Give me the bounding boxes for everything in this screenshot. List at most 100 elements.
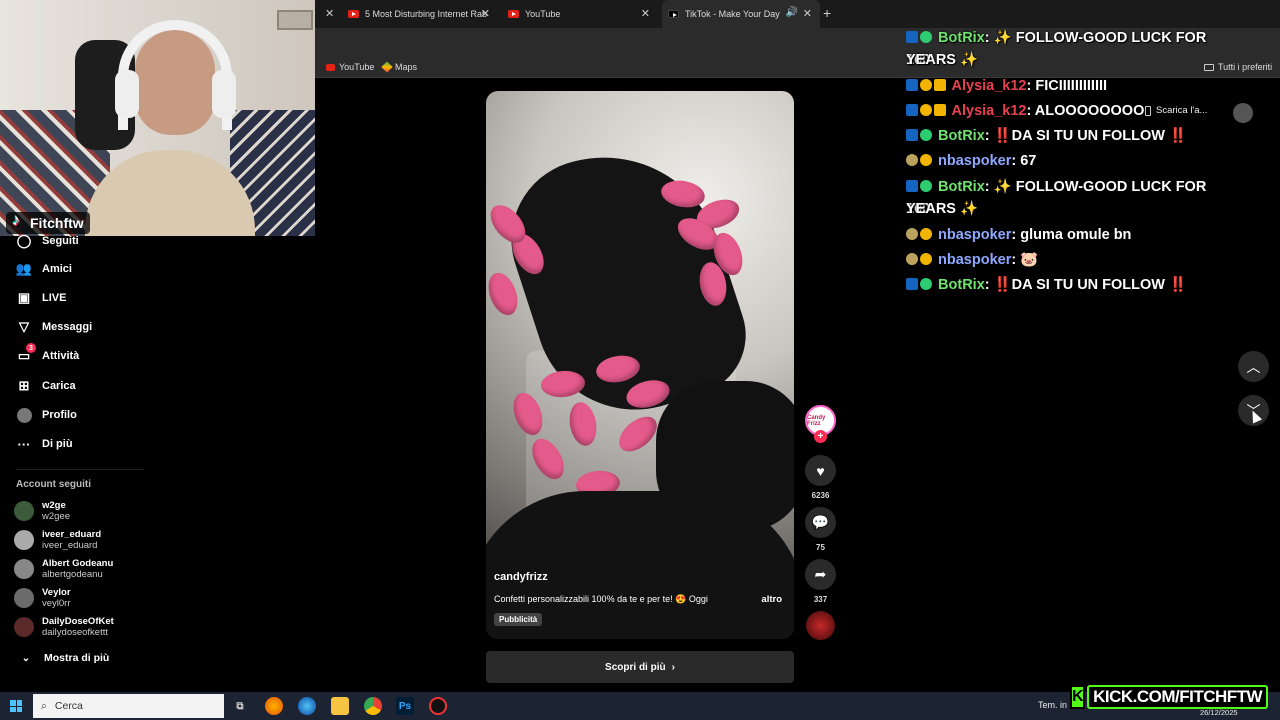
edge-icon[interactable] (298, 697, 316, 715)
sidebar-item-more[interactable]: ··· Di più (16, 436, 73, 452)
file-explorer-icon[interactable] (331, 697, 349, 715)
webcam-feed: Fitchftw (0, 0, 315, 236)
photoshop-icon[interactable]: Ps (396, 697, 414, 715)
share-count: 337 (813, 595, 828, 604)
comment-icon: 💬 (811, 514, 830, 530)
ad-badge: Pubblicità (494, 613, 543, 626)
bookmark-maps[interactable]: Maps (381, 61, 417, 73)
chevron-right-icon: › (671, 661, 675, 673)
following-icon: ◯ (16, 233, 32, 248)
previous-video-button[interactable]: ︿ (1238, 351, 1269, 382)
tiktok-icon (10, 212, 26, 232)
streamer-name: Fitchftw (30, 215, 84, 231)
comment-count: 75 (816, 543, 825, 552)
close-icon[interactable]: ✕ (325, 7, 334, 20)
follow-plus-button[interactable]: + (814, 430, 827, 443)
avatar[interactable] (1233, 103, 1253, 123)
music-disc-icon[interactable] (806, 611, 835, 640)
chat-message: nbaspoker: 🐷 (906, 249, 1226, 271)
chat-message: nbaspoker: gluma omule bn (906, 224, 1226, 246)
avatar (14, 617, 34, 637)
more-icon: ··· (17, 436, 31, 452)
chat-message: BotRix: ‼️DA SI TU UN FOLLOW ‼️ (906, 125, 1226, 147)
tab-title: YouTube (525, 9, 561, 19)
taskbar-search[interactable]: ⌕ Cerca (33, 694, 224, 718)
youtube-icon (348, 10, 359, 18)
task-view-icon[interactable]: ⧉ (231, 697, 249, 715)
tab-title: 5 Most Disturbing Internet Rab (365, 9, 488, 19)
video-player[interactable]: candyfrizz Confetti personalizzabili 100… (486, 91, 794, 639)
sidebar-item-friends[interactable]: 👥 Amici (16, 261, 72, 277)
search-icon: ⌕ (41, 699, 47, 712)
like-count: 6236 (811, 491, 830, 500)
wall-frames (277, 10, 313, 30)
windows-start-icon[interactable] (10, 700, 22, 712)
tab-title: TikTok - Make Your Day (685, 9, 780, 19)
browser-tab-bar: ✕ 5 Most Disturbing Internet Rab ✕ YouTu… (315, 0, 1280, 28)
messages-icon: ▽ (19, 319, 29, 334)
tab-tiktok[interactable]: TikTok - Make Your Day 🔊 ✕ (662, 0, 820, 28)
avatar (14, 588, 34, 608)
new-tab-button[interactable]: + (823, 5, 831, 21)
share-button[interactable]: ➦ (805, 559, 836, 590)
chat-message: BotRix: ‼️DA SI TU UN FOLLOW ‼️ (906, 274, 1226, 296)
divider (16, 469, 144, 470)
followed-account[interactable]: DailyDoseOfKet dailydoseofkettt (14, 616, 114, 638)
bookmark-youtube[interactable]: YouTube (326, 62, 374, 72)
avatar (14, 559, 34, 579)
sidebar-item-upload[interactable]: ⊞ Carica (16, 378, 76, 394)
activity-icon: ▭ 3 (16, 343, 36, 364)
tab-youtube[interactable]: YouTube ✕ (508, 0, 658, 28)
obs-icon[interactable] (429, 697, 447, 715)
chat-message-continued: YEARS ✨ (906, 52, 979, 68)
sidebar-item-live[interactable]: ▣ LIVE (16, 290, 67, 306)
speaker-icon[interactable]: 🔊 (786, 7, 798, 18)
tiktok-icon (668, 10, 679, 18)
chat-message: Alysia_k12: ALOOOOOOOO (906, 100, 1226, 122)
chat-message: nbaspoker: 67 (906, 150, 1226, 172)
video-username[interactable]: candyfrizz (494, 571, 548, 583)
youtube-icon (326, 63, 335, 71)
kick-url-overlay: K KICK.COM/FITCHFTW (1070, 684, 1269, 710)
sidebar-item-following[interactable]: ◯ Seguiti (16, 233, 79, 249)
heart-icon: ♥ (816, 462, 825, 479)
discover-more-button[interactable]: Scopri di più › (486, 651, 794, 683)
chevron-up-icon: ︿ (1246, 358, 1261, 375)
weather-text[interactable]: Tem. in (1038, 700, 1067, 710)
notification-badge: 3 (26, 343, 36, 353)
maps-icon (381, 61, 393, 73)
video-caption: Confetti personalizzabili 100% da te e p… (494, 594, 708, 604)
followed-account[interactable]: iveer_eduard iveer_eduard (14, 529, 101, 551)
chevron-down-icon: ⌄ (21, 652, 31, 664)
caption-more-link[interactable]: altro (761, 594, 782, 605)
sidebar-item-messages[interactable]: ▽ Messaggi (16, 319, 92, 335)
close-icon[interactable]: ✕ (803, 7, 812, 20)
avatar (14, 530, 34, 550)
chat-message: Alysia_k12: FICIIIIIIIIIIII (906, 75, 1226, 97)
followed-account[interactable]: w2ge w2gee (14, 500, 70, 522)
share-icon: ➦ (814, 566, 827, 582)
friends-icon: 👥 (15, 261, 33, 276)
followed-account[interactable]: Veylor veyl0rr (14, 587, 71, 609)
show-more-button[interactable]: ⌄ Mostra di più (18, 650, 110, 666)
sidebar-item-profile[interactable]: Profilo (16, 407, 77, 423)
close-icon[interactable]: ✕ (641, 7, 650, 20)
kick-logo-icon: K (1070, 685, 1086, 709)
section-title: Account seguiti (16, 479, 92, 490)
live-icon: ▣ (17, 290, 31, 305)
upload-icon: ⊞ (18, 378, 30, 393)
sidebar-item-activity[interactable]: ▭ 3 Attività (16, 343, 79, 364)
streamer-tag: Fitchftw (6, 212, 90, 234)
tiktok-sidebar: ◯ Seguiti 👥 Amici ▣ LIVE ▽ Messaggi ▭ 3 A… (0, 233, 160, 692)
close-icon[interactable]: ✕ (481, 7, 490, 20)
followed-account[interactable]: Albert Godeanu albertgodeanu (14, 558, 113, 580)
tab-disturbing-internet[interactable]: 5 Most Disturbing Internet Rab ✕ (348, 0, 498, 28)
profile-icon (16, 407, 32, 423)
avatar (14, 501, 34, 521)
chrome-icon[interactable] (364, 697, 382, 715)
chat-message-continued: YEARS ✨ (906, 201, 979, 217)
youtube-icon (508, 10, 519, 18)
like-button[interactable]: ♥ (805, 455, 836, 486)
comment-button[interactable]: 💬 (805, 507, 836, 538)
firefox-icon[interactable] (265, 697, 283, 715)
